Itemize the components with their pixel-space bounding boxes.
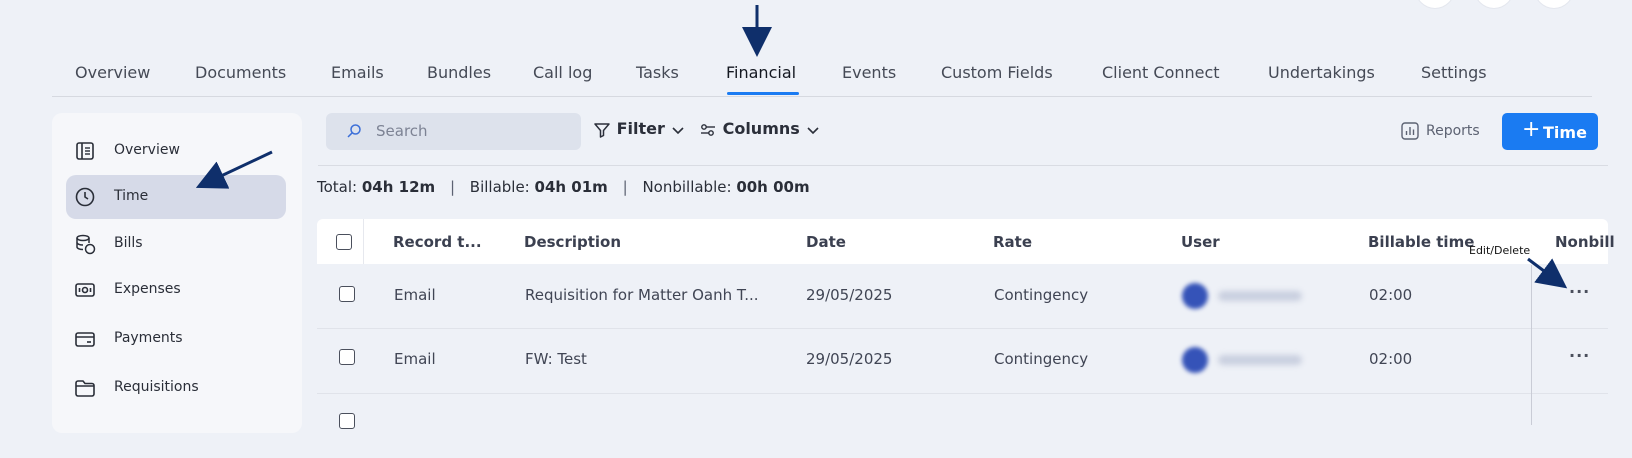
arrow-to-time-item: [195, 150, 273, 189]
row-checkbox[interactable]: [339, 413, 355, 429]
arrow-to-edit-delete: [1527, 257, 1568, 289]
annotation-arrows: [195, 5, 1568, 289]
